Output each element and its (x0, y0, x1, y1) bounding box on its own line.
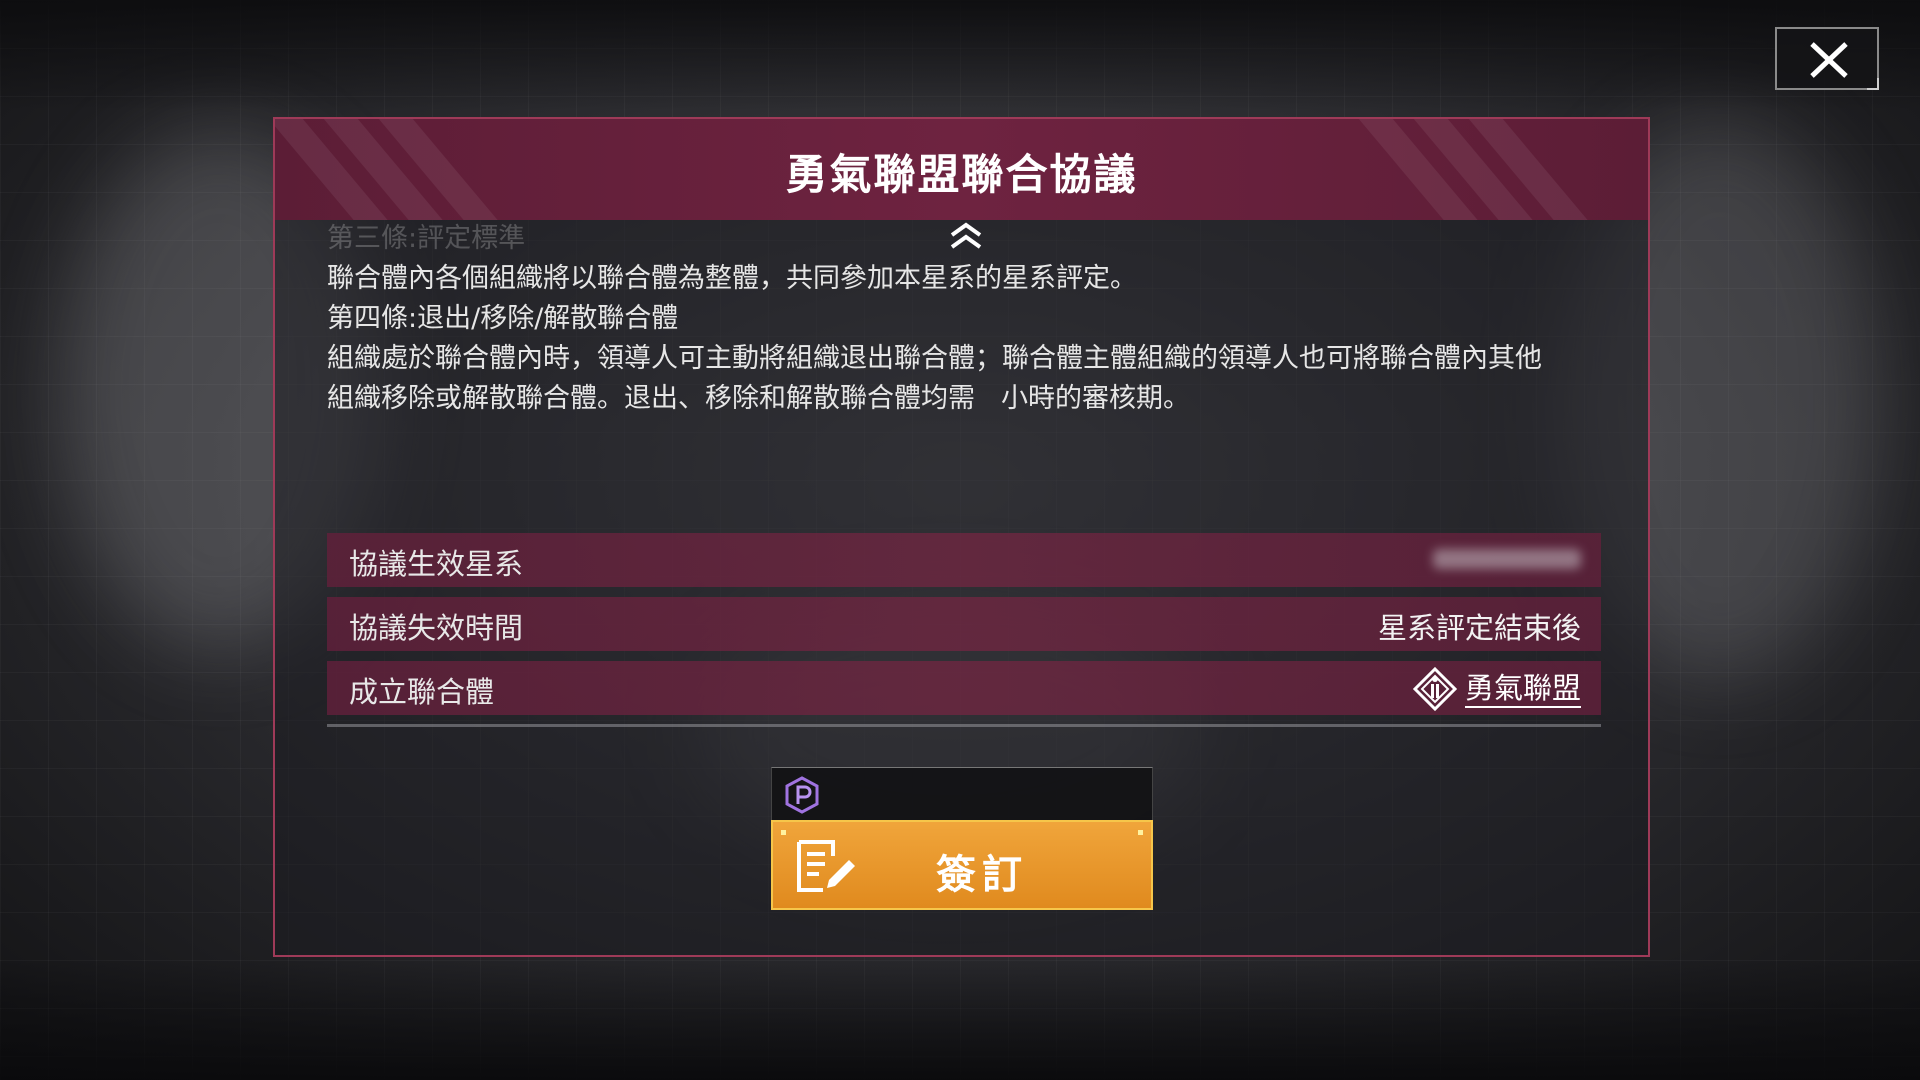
button-corner-dot (781, 830, 786, 835)
sign-button[interactable]: 簽訂 (771, 820, 1153, 910)
terms-line: 組織移除或解散聯合體。退出、移除和解散聯合體均需 小時的審核期。 (327, 379, 1607, 419)
background-bottom-band (0, 960, 1920, 1080)
scroll-up-button[interactable] (947, 221, 985, 251)
close-icon (1810, 42, 1848, 78)
close-button-corner (1867, 78, 1879, 90)
chevron-up-icon (950, 222, 982, 249)
currency-icon (785, 776, 819, 814)
info-row-label: 成立聯合體 (349, 675, 495, 709)
agreement-info-list: 協議生效星系 協議失效時間 星系評定結束後 成立聯合體 勇氣聯盟 (327, 533, 1601, 725)
background-top-band (0, 0, 1920, 110)
dialog-header: 勇氣聯盟聯合協議 (275, 119, 1648, 220)
alliance-emblem-icon (1412, 667, 1457, 711)
info-row-label: 協議生效星系 (349, 547, 524, 581)
close-button[interactable] (1775, 27, 1879, 90)
dialog-title: 勇氣聯盟聯合協議 (785, 150, 1138, 199)
alliance-name: 勇氣聯盟 (1464, 670, 1581, 708)
sign-button-label: 簽訂 (936, 852, 1028, 898)
terms-line: 組織處於聯合體內時，領導人可主動將組織退出聯合體；聯合體主體組織的領導人也可將聯… (327, 343, 1542, 374)
terms-line-part: 小時的審核期。 (1001, 383, 1190, 414)
obscured-galaxy-name (1433, 549, 1581, 569)
info-row-alliance: 成立聯合體 勇氣聯盟 (327, 661, 1601, 715)
cost-bar (771, 767, 1153, 820)
alliance-link[interactable]: 勇氣聯盟 (1412, 667, 1581, 711)
divider (327, 724, 1601, 727)
terms-line: 第四條:退出/移除/解散聯合體 (327, 303, 679, 334)
terms-line: 聯合體內各個組織將以聯合體為整體，共同參加本星系的星系評定。 (327, 263, 1137, 294)
button-corner-dot (1138, 830, 1143, 835)
info-row-label: 協議失效時間 (349, 611, 524, 645)
alliance-agreement-dialog: 勇氣聯盟聯合協議 第三條:評定標準 聯合體內各個組織將以聯合體為整體，共同參加本… (273, 117, 1650, 957)
info-row-expiry-time: 協議失效時間 星系評定結束後 (327, 597, 1601, 651)
info-row-effective-galaxy: 協議生效星系 (327, 533, 1601, 587)
terms-line-part: 組織移除或解散聯合體。退出、移除和解散聯合體均需 (327, 383, 975, 414)
info-row-value: 星系評定結束後 (1377, 611, 1581, 645)
sign-section: 簽訂 (771, 767, 1153, 910)
